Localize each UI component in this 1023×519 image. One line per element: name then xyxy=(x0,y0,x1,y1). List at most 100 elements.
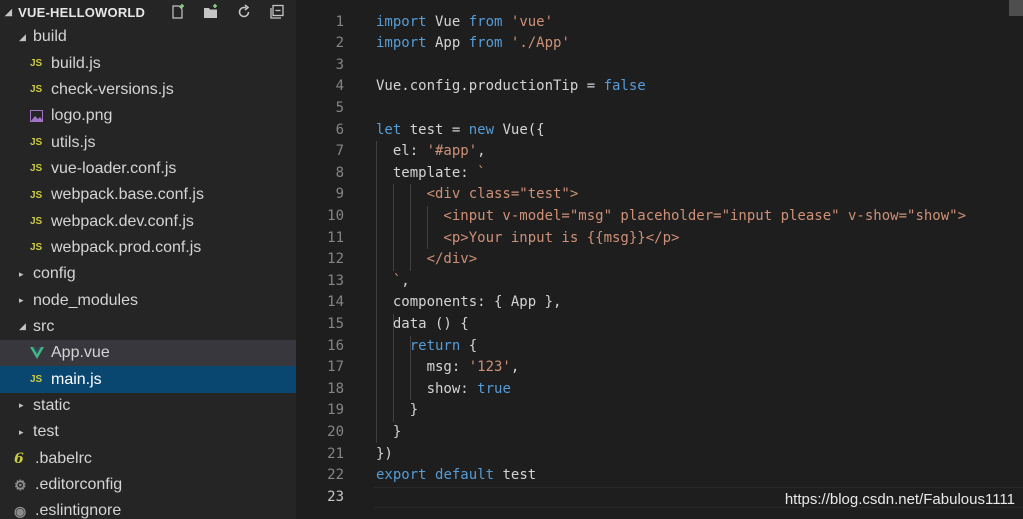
code-line[interactable]: 3 xyxy=(296,55,1023,77)
tree-file-vue-loader-conf-js[interactable]: JS vue-loader.conf.js xyxy=(0,156,296,182)
tree-item-label: utils.js xyxy=(51,133,96,151)
code-token: false xyxy=(603,78,646,95)
code-line[interactable]: 9 <div class="test"> xyxy=(296,184,1023,206)
code-token: '#app' xyxy=(426,143,478,160)
code-line[interactable]: 17 msg: '123', xyxy=(296,357,1023,379)
tree-file-webpack-base-conf-js[interactable]: JS webpack.base.conf.js xyxy=(0,182,296,208)
tree-file-logo-png[interactable]: logo.png xyxy=(0,103,296,129)
tree-file-app-vue[interactable]: App.vue xyxy=(0,340,296,367)
explorer-actions xyxy=(167,2,288,22)
js-file-icon: JS xyxy=(30,163,43,175)
line-number: 11 xyxy=(327,229,344,246)
watermark: https://blog.csdn.net/Fabulous1111 xyxy=(784,491,1015,508)
code-token: , xyxy=(477,143,486,160)
line-number: 21 xyxy=(327,445,344,462)
code-token: from xyxy=(468,13,503,30)
code-line[interactable]: 7 el: '#app', xyxy=(296,141,1023,163)
tree-item-label: App.vue xyxy=(51,344,110,362)
tree-folder-src[interactable]: ◢ src xyxy=(0,314,296,340)
code-text: msg: '123', xyxy=(376,357,520,379)
code-line[interactable]: 6 let test = new Vue({ xyxy=(296,120,1023,142)
code-line[interactable]: 19 } xyxy=(296,400,1023,422)
line-number: 3 xyxy=(335,56,344,73)
tree-file-utils-js[interactable]: JS utils.js xyxy=(0,129,296,155)
new-folder-icon[interactable] xyxy=(200,2,222,22)
code-line[interactable]: 2 import App from './App' xyxy=(296,33,1023,55)
line-number: 15 xyxy=(327,315,344,332)
line-number: 14 xyxy=(327,294,344,311)
code-line[interactable]: 18 show: true xyxy=(296,379,1023,401)
code-line[interactable]: 8 template: ` xyxy=(296,163,1023,185)
code-token: ` xyxy=(376,272,402,289)
tree-item-label: node_modules xyxy=(33,291,138,309)
tree-file-webpack-dev-conf-js[interactable]: JS webpack.dev.conf.js xyxy=(0,208,296,234)
new-file-icon[interactable] xyxy=(167,2,189,22)
tree-item-label: config xyxy=(33,265,76,283)
line-number: 13 xyxy=(327,272,344,289)
code-text: <input v-model="msg" placeholder="input … xyxy=(376,206,966,228)
code-line[interactable]: 15 data () { xyxy=(296,314,1023,336)
code-line[interactable]: 4 Vue.config.productionTip = false xyxy=(296,76,1023,98)
collapsed-arrow-icon: ▸ xyxy=(19,268,24,279)
code-editor[interactable]: 1 import Vue from 'vue' 2 import App from '… xyxy=(296,0,1023,519)
explorer-header[interactable]: ◢ VUE-HELLOWORLD xyxy=(0,0,296,24)
code-line[interactable]: 12 </div> xyxy=(296,249,1023,271)
code-line[interactable]: 16 return { xyxy=(296,336,1023,358)
code-token: export xyxy=(376,467,427,484)
tree-folder-config[interactable]: ▸ config xyxy=(0,261,296,287)
tree-folder-node-modules[interactable]: ▸ node_modules xyxy=(0,287,296,313)
tree-item-label: main.js xyxy=(51,370,102,388)
collapse-chevron-icon[interactable]: ◢ xyxy=(5,7,12,18)
tree-file-webpack-prod-conf-js[interactable]: JS webpack.prod.conf.js xyxy=(0,235,296,261)
tree-file-babelrc[interactable]: 6 .babelrc xyxy=(0,446,296,472)
code-line[interactable]: 21}) xyxy=(296,444,1023,466)
code-line[interactable]: 1 import Vue from 'vue' xyxy=(296,12,1023,34)
tree-item-label: check-versions.js xyxy=(51,80,174,98)
code-text: }) xyxy=(376,444,393,466)
tree-item-label: static xyxy=(33,396,71,414)
code-token: msg: xyxy=(376,359,469,376)
refresh-icon[interactable] xyxy=(233,2,255,22)
code-token: } xyxy=(376,423,402,440)
code-line[interactable]: 13 `, xyxy=(296,271,1023,293)
tree-folder-build[interactable]: ◢ build xyxy=(0,24,296,50)
code-text: } xyxy=(376,400,418,422)
tree-item-label: build xyxy=(33,28,67,46)
code-text: `, xyxy=(376,271,410,293)
circle-icon: ◉ xyxy=(14,502,27,519)
line-number: 8 xyxy=(335,164,344,181)
js-file-icon: JS xyxy=(30,58,43,70)
tree-file-editorconfig[interactable]: ⚙ .editorconfig xyxy=(0,472,296,498)
code-token: template: xyxy=(376,164,478,181)
code-text: <p>Your input is {{msg}}</p> xyxy=(376,228,679,250)
code-line[interactable]: 14 components: { App }, xyxy=(296,292,1023,314)
line-number: 10 xyxy=(327,207,344,224)
code-token: let xyxy=(376,121,402,138)
tree-folder-test[interactable]: ▸ test xyxy=(0,419,296,445)
tree-file-check-versions-js[interactable]: JS check-versions.js xyxy=(0,77,296,103)
tree-item-label: webpack.base.conf.js xyxy=(51,186,204,204)
code-token: '123' xyxy=(468,359,511,376)
tree-file-build-js[interactable]: JS build.js xyxy=(0,50,296,76)
code-token: { xyxy=(460,337,478,354)
line-number: 17 xyxy=(327,359,344,376)
tree-folder-static[interactable]: ▸ static xyxy=(0,393,296,419)
code-token: , xyxy=(401,272,410,289)
code-token: default xyxy=(435,467,495,484)
code-line[interactable]: 22 export default test xyxy=(296,465,1023,487)
code-line[interactable]: 20 } xyxy=(296,422,1023,444)
code-text: template: ` xyxy=(376,163,486,185)
code-text: export default test xyxy=(376,465,536,487)
code-text: let test = new Vue({ xyxy=(376,120,545,142)
line-number: 19 xyxy=(327,402,344,419)
tree-item-label: vue-loader.conf.js xyxy=(51,159,177,177)
code-line[interactable]: 10 <input v-model="msg" placeholder="inp… xyxy=(296,206,1023,228)
code-line[interactable]: 5 xyxy=(296,98,1023,120)
code-line[interactable]: 11 <p>Your input is {{msg}}</p> xyxy=(296,228,1023,250)
code-token: data () { xyxy=(376,315,469,332)
code-text: </div> xyxy=(376,249,478,271)
line-number: 18 xyxy=(327,380,344,397)
collapse-all-icon[interactable] xyxy=(266,2,288,22)
tree-file-main-js[interactable]: JS main.js xyxy=(0,366,296,393)
tree-file-eslintignore[interactable]: ◉ .eslintignore xyxy=(0,498,296,519)
